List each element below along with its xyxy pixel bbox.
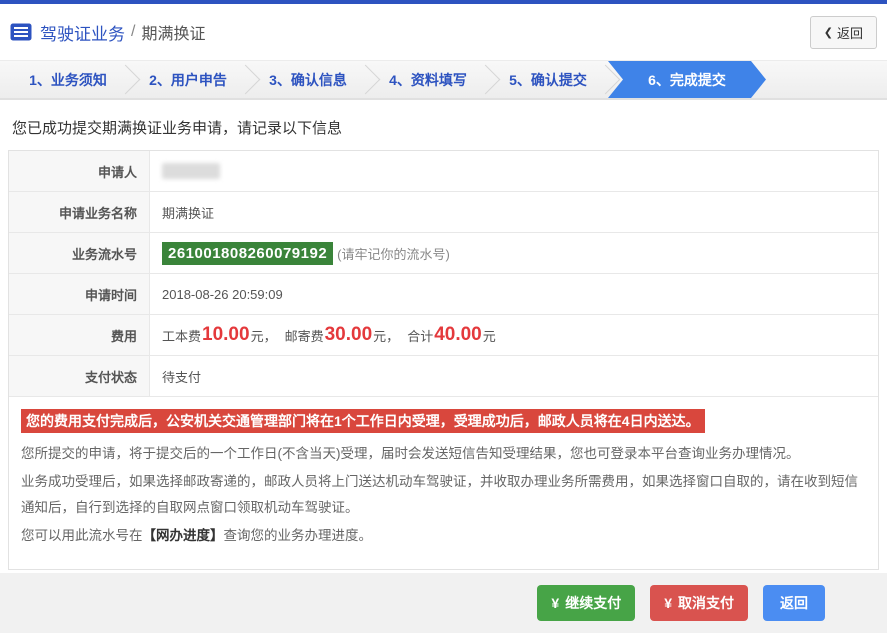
fee-unit: 元: [250, 328, 264, 344]
fee-total-amount: 40.00: [434, 324, 482, 345]
serial-number-badge: 261001808260079192: [162, 241, 334, 265]
step-progress-bar: 1、业务须知 2、用户申告 3、确认信息 4、资料填写 5、确认提交 6、完成提…: [0, 61, 887, 100]
step-4-fill-materials: 4、资料填写: [368, 61, 488, 98]
applicant-name-redacted: [162, 163, 220, 179]
row-value: [150, 151, 878, 191]
yuan-icon: ¥: [664, 595, 672, 611]
serial-number-note: (请牢记你的流水号): [337, 246, 450, 262]
row-label: 申请时间: [9, 274, 150, 314]
cancel-payment-button[interactable]: ¥ 取消支付: [650, 585, 748, 621]
table-row-business-name: 申请业务名称 期满换证: [9, 192, 878, 233]
table-row-fee: 费用 工本费 10.00 元 ， 邮寄费 30.00 元 ， 合计 40.00 …: [9, 315, 878, 356]
document-list-icon: [10, 23, 32, 41]
fee-work-label: 工本费: [162, 328, 202, 344]
row-label: 费用: [9, 315, 150, 355]
row-value: 2018-08-26 20:59:09: [162, 286, 283, 302]
fee-post-amount: 30.00: [324, 324, 373, 345]
row-label: 申请业务名称: [9, 192, 150, 232]
step-label: 1、业务须知: [29, 71, 107, 88]
warning-banner: 您的费用支付完成后，公安机关交通管理部门将在1个工作日内受理，受理成功后，邮政人…: [21, 409, 705, 433]
return-button-label: 返回: [780, 595, 808, 611]
progress-note-highlight: 【网办进度】: [142, 528, 224, 543]
cancel-payment-label: 取消支付: [678, 595, 734, 611]
row-value: 期满换证: [162, 205, 215, 221]
yuan-icon: ¥: [551, 595, 560, 611]
fee-work-amount: 10.00: [202, 324, 250, 345]
info-paragraph-2: 业务成功受理后，如果选择邮政寄递的，邮政人员将上门送达机动车驾驶证，并收取办理业…: [21, 474, 858, 515]
fee-comma: ，: [386, 328, 400, 344]
table-row-apply-time: 申请时间 2018-08-26 20:59:09: [9, 274, 878, 315]
footer-action-bar: ¥ 继续支付 ¥ 取消支付 返回: [0, 573, 887, 633]
row-label: 支付状态: [9, 356, 150, 396]
row-label: 申请人: [9, 151, 150, 191]
continue-payment-button[interactable]: ¥ 继续支付: [537, 585, 636, 621]
back-button-label: 返回: [836, 25, 863, 41]
breadcrumb-current-page: 期满换证: [141, 26, 206, 43]
chevron-left-icon: ❮: [823, 26, 833, 39]
step-2-user-declaration: 2、用户申告: [128, 61, 248, 98]
info-section: 您的费用支付完成后，公安机关交通管理部门将在1个工作日内受理，受理成功后，邮政人…: [9, 397, 878, 569]
fee-total-label: 合计: [407, 328, 434, 344]
result-panel: 申请人 申请业务名称 期满换证 业务流水号 261001808260079192…: [8, 150, 879, 570]
breadcrumb-section-link[interactable]: 驾驶证业务: [40, 20, 125, 45]
progress-note-pre: 您可以用此流水号在: [21, 528, 143, 543]
return-button[interactable]: 返回: [763, 585, 825, 621]
page-header: 驾驶证业务 / 期满换证 ❮ 返回: [0, 4, 887, 61]
back-button[interactable]: ❮ 返回: [809, 15, 877, 49]
fee-post-label: 邮寄费: [284, 328, 324, 344]
fee-unit: 元: [373, 328, 387, 344]
step-label: 6、完成提交: [648, 71, 726, 88]
step-3-confirm-info: 3、确认信息: [248, 61, 368, 98]
table-row-serial-number: 业务流水号 261001808260079192 (请牢记你的流水号): [9, 233, 878, 274]
row-value: 工本费 10.00 元 ， 邮寄费 30.00 元 ， 合计 40.00 元: [150, 315, 878, 355]
payment-status-value: 待支付: [162, 369, 202, 385]
table-row-payment-status: 支付状态 待支付: [9, 356, 878, 397]
step-6-complete-submit-active: 6、完成提交: [608, 61, 766, 98]
step-label: 5、确认提交: [509, 71, 587, 88]
step-label: 4、资料填写: [389, 71, 467, 88]
fee-comma: ，: [263, 328, 277, 344]
step-5-confirm-submit: 5、确认提交: [488, 61, 608, 98]
row-value: 261001808260079192 (请牢记你的流水号): [150, 233, 878, 273]
table-row-applicant: 申请人: [9, 151, 878, 192]
success-message: 您已成功提交期满换证业务申请，请记录以下信息: [12, 120, 343, 137]
continue-payment-label: 继续支付: [565, 595, 622, 611]
breadcrumb-separator: /: [131, 23, 136, 40]
step-label: 3、确认信息: [269, 71, 347, 88]
info-paragraph-1: 您所提交的申请，将于提交后的一个工作日(不含当天)受理，届时会发送短信告知受理结…: [21, 446, 800, 461]
progress-query-note: 您可以用此流水号在【网办进度】查询您的业务办理进度。: [21, 523, 866, 549]
step-1-business-notice: 1、业务须知: [8, 61, 128, 98]
progress-note-post: 查询您的业务办理进度。: [223, 528, 373, 543]
fee-unit: 元: [482, 328, 496, 344]
row-label: 业务流水号: [9, 233, 150, 273]
step-label: 2、用户申告: [149, 71, 227, 88]
